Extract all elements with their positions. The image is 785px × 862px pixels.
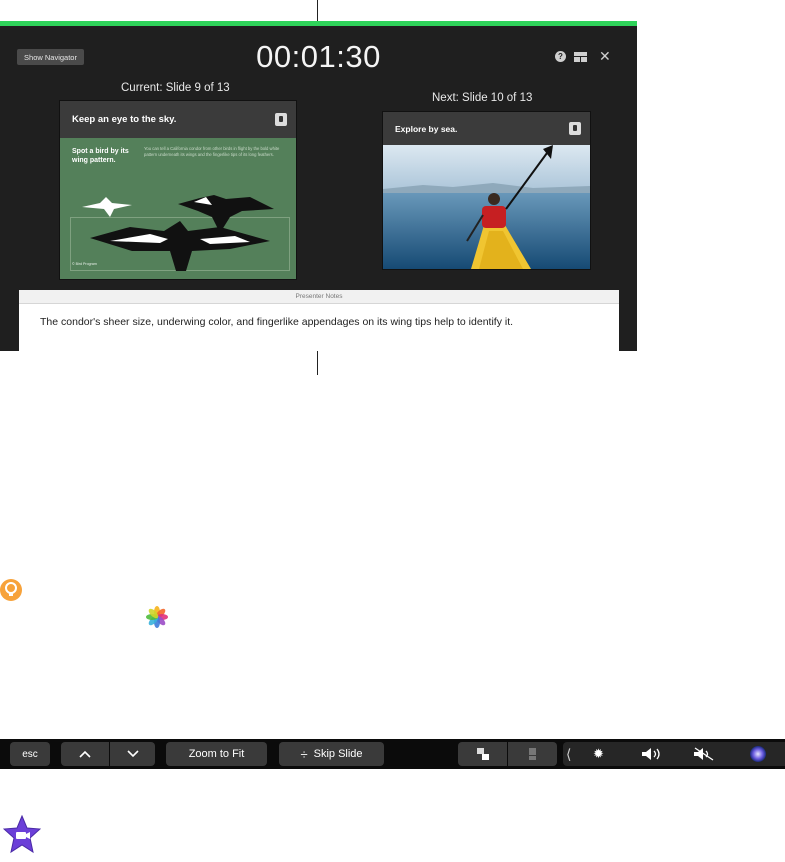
callout-line-bottom [317,351,318,375]
skip-slide-icon: ÷ [300,746,308,762]
close-icon[interactable]: ✕ [599,48,611,65]
kayak-photo [383,145,590,269]
presenter-notes-panel[interactable]: Presenter Notes The condor's sheer size,… [19,290,619,351]
volume-icon[interactable] [641,742,663,766]
next-slide-title: Explore by sea. [395,123,458,134]
layout-icon[interactable] [574,52,587,65]
slide-view-button[interactable] [458,742,507,766]
imovie-app-icon [2,814,42,855]
mute-icon[interactable] [693,742,715,766]
chevron-up-icon [79,750,91,758]
previous-slide-button[interactable] [61,742,109,766]
photos-app-icon [146,606,168,628]
help-icon[interactable]: ? [555,51,566,62]
slide-header: Explore by sea. [383,112,590,145]
esc-key[interactable]: esc [10,742,50,766]
skip-slide-label: Skip Slide [313,748,363,760]
current-slide-label: Current: Slide 9 of 13 [121,82,230,94]
chevron-left-icon[interactable]: ⟨ [566,742,571,766]
brightness-icon[interactable]: ✹ [593,742,604,766]
siri-icon[interactable] [749,742,767,766]
touch-bar: esc Zoom to Fit ÷ Skip Slide ⟨ ✹ [0,739,785,769]
next-slide-button[interactable] [110,742,155,766]
callout-line-top [317,0,318,21]
chevron-down-icon [126,750,139,758]
zoom-to-fit-button[interactable]: Zoom to Fit [166,742,267,766]
slide-view-icon [476,748,489,760]
next-slide-preview[interactable]: Explore by sea. [383,112,590,269]
notes-view-button[interactable] [508,742,557,766]
tip-icon [0,579,22,601]
current-slide-preview[interactable]: Keep an eye to the sky. Spot a bird by i… [60,101,296,279]
timer[interactable]: 00:01:30 [0,39,637,75]
notes-text[interactable]: The condor's sheer size, underwing color… [40,316,513,328]
skip-slide-button[interactable]: ÷ Skip Slide [279,742,384,766]
slide-badge-icon [569,122,581,135]
next-slide-label: Next: Slide 10 of 13 [432,92,533,104]
notes-header: Presenter Notes [19,290,619,304]
presenter-display: Show Navigator 00:01:30 ? ✕ Current: Sli… [0,21,637,351]
notes-view-icon [528,748,536,760]
status-bar [0,21,637,26]
bird-silhouettes-image [82,195,274,271]
slide-caption: © Bird Program [72,262,97,266]
